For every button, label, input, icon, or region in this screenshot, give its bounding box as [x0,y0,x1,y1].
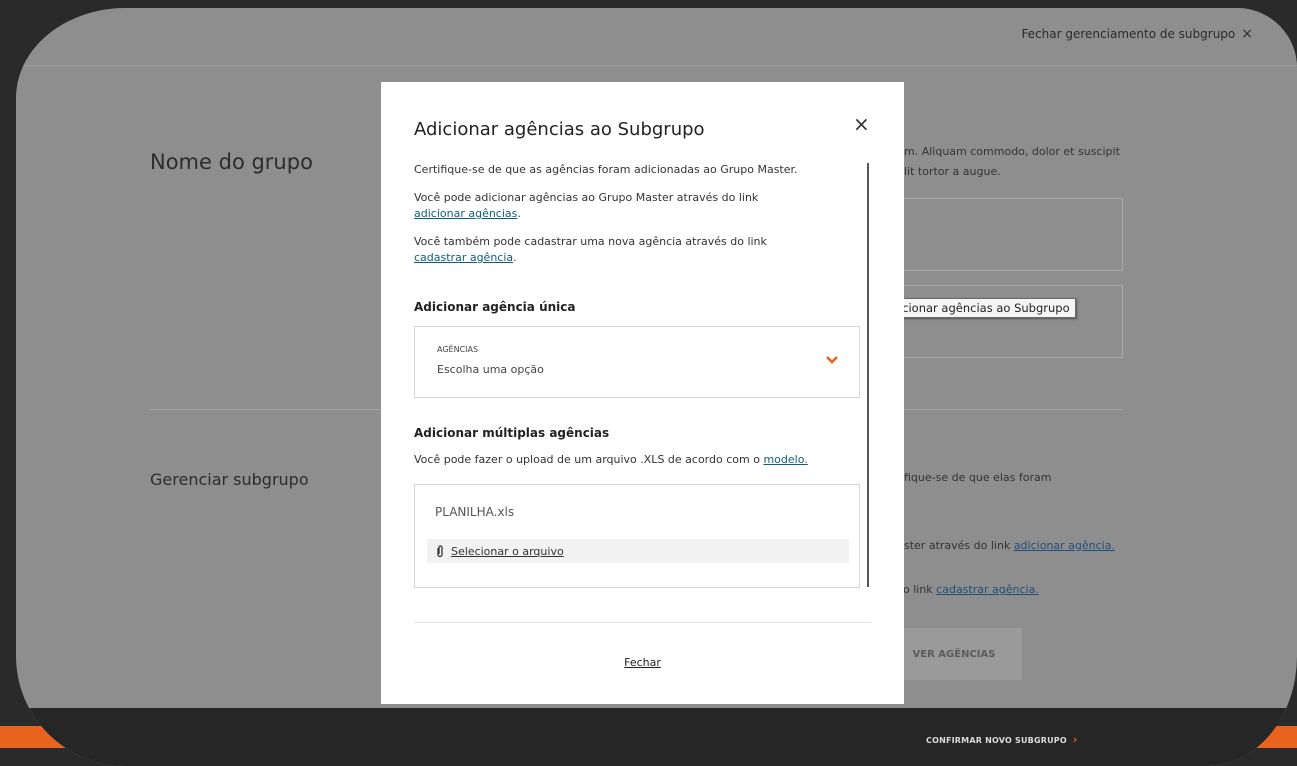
confirm-new-subgroup-button[interactable]: CONFIRMAR NOVO SUBGRUPO › [926,733,1078,746]
confirm-new-subgroup-label: CONFIRMAR NOVO SUBGRUPO [926,736,1067,745]
agencies-select-value: Escolha uma opção [437,363,544,376]
close-subgroup-management-label: Fechar gerenciamento de subgrupo [1021,27,1236,41]
tooltip: Adicionar agências ao Subgrupo [878,298,1076,318]
select-file-button[interactable]: Selecionar o arquivo [427,539,849,563]
modal-close-icon[interactable]: × [853,112,870,136]
file-name: PLANILHA.xls [435,505,515,519]
agencies-select[interactable]: AGÊNCIAS Escolha uma opção [414,326,860,398]
modal-add-text: Você pode adicionar agências ao Grupo Ma… [414,191,759,220]
bg-group-name-field[interactable] [886,198,1123,271]
top-bar: Fechar gerenciamento de subgrupo × [16,8,1297,66]
group-name-heading: Nome do grupo [150,150,313,174]
bg-add-agency-prefix: ster através do link [904,539,1014,552]
remove-agencies-button[interactable]: VER AGÊNCIAS [886,628,1022,680]
chevron-right-icon: › [1072,733,1078,746]
modal-add-text-body: Você pode adicionar agências ao Grupo Ma… [414,191,759,204]
modal-intro-text: Certifique-se de que as agências foram a… [414,163,798,176]
register-agency-link[interactable]: cadastrar agência [414,251,513,264]
footer-bar [16,708,1297,766]
select-file-label: Selecionar o arquivo [451,544,564,558]
modal-title: Adicionar agências ao Subgrupo [414,119,705,140]
modal-close-button[interactable]: Fechar [381,656,904,669]
single-agency-title: Adicionar agência única [414,300,576,314]
multiple-agencies-title: Adicionar múltiplas agências [414,426,610,440]
upload-text: Você pode fazer o upload de um arquivo .… [414,452,871,468]
bg-description-line-1: m. Aliquam commodo, dolor et suscipit [904,145,1120,158]
bg-ensure-text: fique-se de que elas foram [904,471,1052,484]
upload-text-body: Você pode fazer o upload de um arquivo .… [414,453,760,466]
bg-register-agency-text: do link cadastrar agência. [896,580,1039,599]
agencies-select-label: AGÊNCIAS [437,345,479,354]
bg-group-description-field[interactable] [886,285,1123,358]
bg-description-line-2: lit tortor a augue. [904,165,1001,178]
close-subgroup-management[interactable]: Fechar gerenciamento de subgrupo × [1021,26,1253,42]
chevron-down-icon [826,356,838,364]
add-agencies-link[interactable]: adicionar agências [414,207,517,220]
bg-add-agency-link[interactable]: adicionar agência. [1014,539,1115,552]
template-link[interactable]: modelo. [763,453,807,466]
bg-register-agency-link[interactable]: cadastrar agência. [936,583,1039,596]
modal-footer-divider [414,622,871,623]
modal-register-text-body: Você também pode cadastrar uma nova agên… [414,235,767,248]
bg-add-agency-text: ster através do link adicionar agência. [904,536,1115,555]
close-icon: × [1241,26,1253,42]
add-agencies-modal: Adicionar agências ao Subgrupo × Certifi… [381,82,904,704]
modal-register-text: Você também pode cadastrar uma nova agên… [414,235,767,264]
upload-box: PLANILHA.xls Selecionar o arquivo [414,484,860,588]
modal-scrollbar[interactable] [867,163,869,587]
modal-scroll-content[interactable]: Certifique-se de que as agências foram a… [414,162,871,622]
paperclip-icon [437,544,443,557]
manage-subgroup-heading: Gerenciar subgrupo [150,470,309,489]
